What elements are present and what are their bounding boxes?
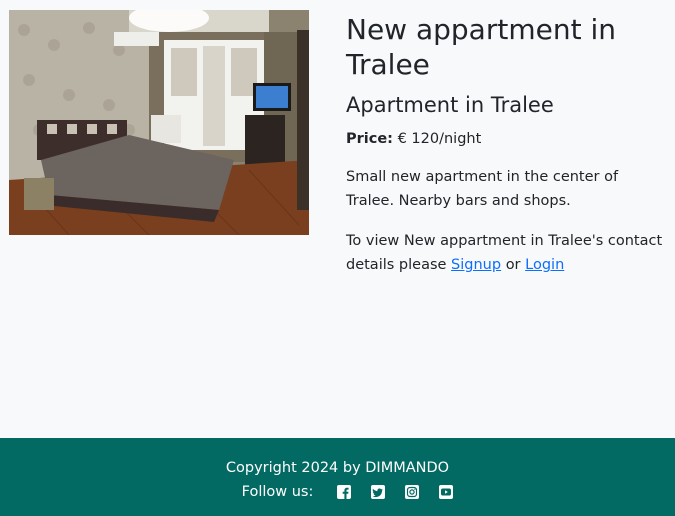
facebook-icon[interactable]	[336, 484, 352, 500]
price-value: € 120/night	[397, 131, 482, 147]
login-link[interactable]: Login	[525, 257, 564, 273]
listing-description: Small new apartment in the center of Tra…	[346, 169, 619, 209]
listing-photo	[9, 10, 309, 235]
copyright-text: Copyright 2024 by DIMMANDO	[225, 460, 450, 476]
listing-price: Price: € 120/night	[346, 128, 666, 150]
listing-subtitle: Apartment in Tralee	[346, 93, 554, 117]
contact-prefix: To view New appartment in Tralee's conta…	[346, 233, 663, 273]
listing-details: New appartment in Tralee Apartment in Tr…	[346, 12, 666, 277]
follow-us: Follow us:	[0, 482, 675, 502]
listing-title: New appartment in Tralee	[346, 13, 616, 81]
or-text: or	[505, 257, 521, 273]
contact-prompt: To view New appartment in Tralee's conta…	[346, 229, 666, 277]
price-label: Price:	[346, 131, 393, 147]
listing-section: New appartment in Tralee Apartment in Tr…	[0, 0, 675, 438]
signup-link[interactable]: Signup	[451, 257, 501, 273]
site-footer: Copyright 2024 by DIMMANDO Follow us:	[0, 438, 675, 516]
youtube-icon[interactable]	[438, 484, 454, 500]
follow-label: Follow us:	[241, 484, 314, 500]
instagram-icon[interactable]	[404, 484, 420, 500]
twitter-icon[interactable]	[370, 484, 386, 500]
